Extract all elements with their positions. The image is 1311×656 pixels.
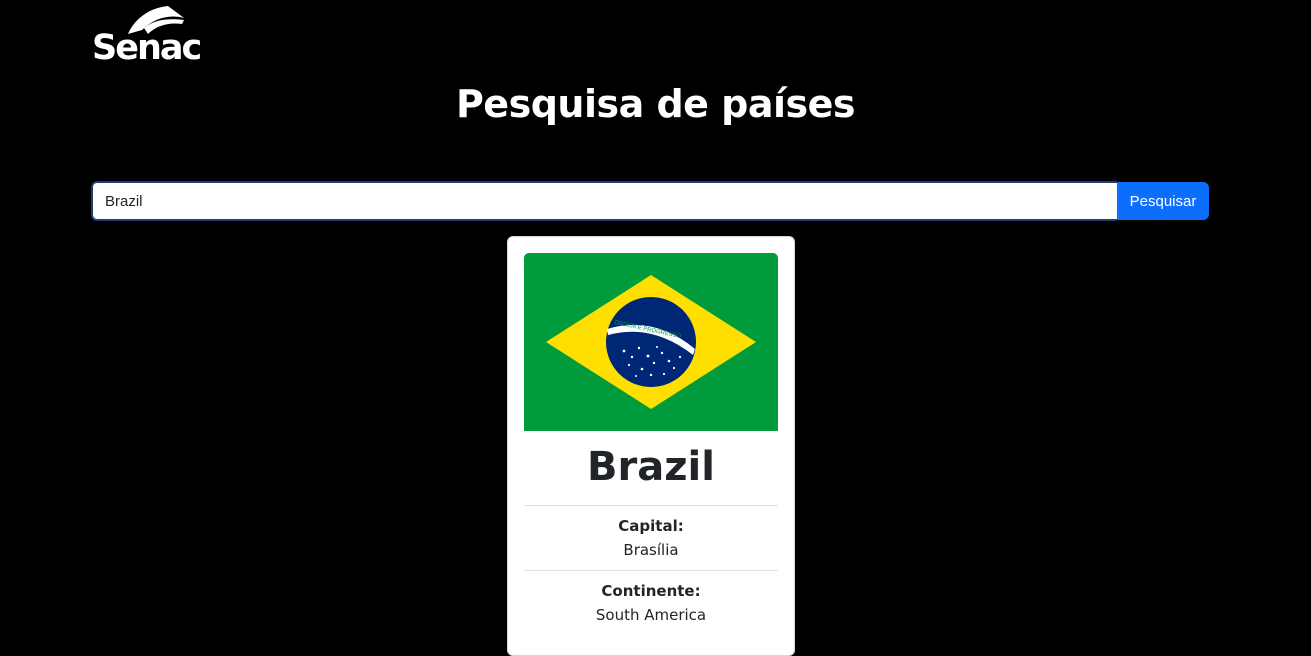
search-button[interactable]: Pesquisar <box>1117 182 1209 220</box>
country-flag: ORDEM E PROGRESSO <box>524 253 778 431</box>
capital-label: Capital: <box>618 517 684 535</box>
capital-value: Brasília <box>623 541 679 559</box>
divider <box>524 570 778 571</box>
continent-label: Continente: <box>601 582 701 600</box>
search-input[interactable] <box>91 181 1117 221</box>
continent-value: South America <box>595 606 707 624</box>
country-card: ORDEM E PROGRESSO Brazil Capital: Brasíl… <box>507 236 795 656</box>
divider <box>524 505 778 506</box>
search-bar: Pesquisar <box>91 180 1209 222</box>
brazil-flag-image: ORDEM E PROGRESSO <box>524 253 778 431</box>
page-title: Pesquisa de países <box>455 82 856 126</box>
senac-logo: Senac <box>92 4 202 68</box>
country-name: Brazil <box>587 444 715 490</box>
logo-text: Senac <box>92 28 202 68</box>
